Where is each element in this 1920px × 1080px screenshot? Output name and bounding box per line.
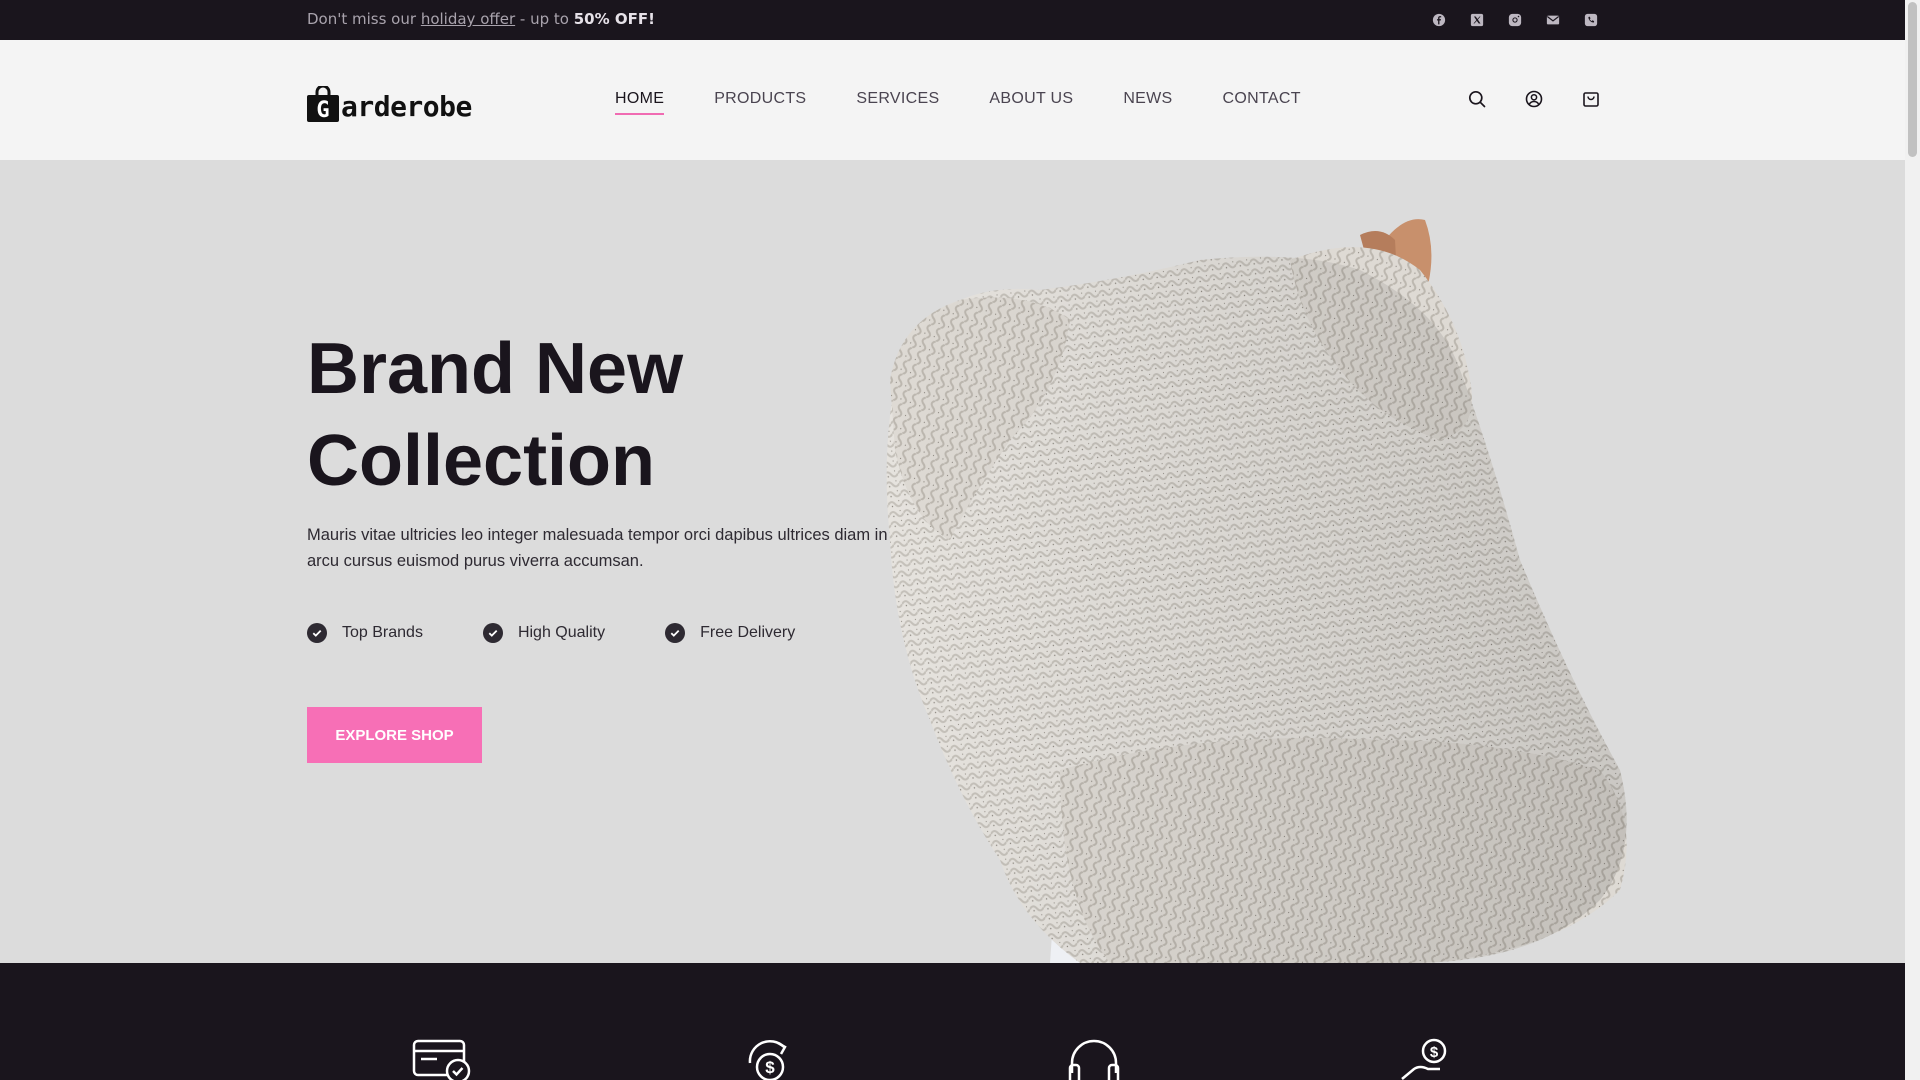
social-links	[1430, 11, 1600, 29]
hand-money-icon: $	[1396, 1037, 1456, 1080]
feature-item: Top Brands	[307, 623, 423, 643]
nav-services[interactable]: SERVICES	[856, 90, 939, 114]
checkmark-icon	[482, 623, 503, 643]
x-twitter-icon[interactable]	[1468, 11, 1486, 29]
credit-card-check-icon	[412, 1037, 472, 1080]
user-account-icon[interactable]	[1525, 90, 1543, 108]
nav-products[interactable]: PRODUCTS	[714, 90, 806, 114]
site-header: G arderobe HOME PRODUCTS SERVICES ABOUT …	[0, 40, 1905, 160]
hero-description: Mauris vitae ultricies leo integer males…	[307, 526, 888, 570]
checkmark-icon	[307, 623, 327, 643]
headphones-support-icon	[1064, 1037, 1124, 1080]
hero-title-line-1: Brand New	[307, 329, 684, 409]
nav-about-us[interactable]: ABOUT US	[989, 90, 1073, 114]
feature-label: High Quality	[517, 624, 606, 641]
hero-title-line-2: Collection	[307, 421, 656, 501]
holiday-offer-link[interactable]: holiday offer	[421, 10, 515, 28]
search-icon[interactable]	[1468, 90, 1486, 108]
logo-letter: G	[316, 98, 329, 122]
instagram-icon[interactable]	[1506, 11, 1524, 29]
top-announcement-bar: Don't miss our holiday offer - up to 50%…	[0, 0, 1905, 40]
promo-text: Don't miss our holiday offer - up to 50%…	[307, 10, 655, 28]
feature-item: Free Delivery	[665, 623, 795, 643]
feature-list: Top Brands High Quality Free Delivery	[307, 623, 855, 643]
nav-news[interactable]: NEWS	[1123, 90, 1172, 114]
scrollbar-thumb[interactable]	[1908, 2, 1917, 157]
feature-item: High Quality	[482, 623, 606, 643]
explore-shop-button[interactable]: EXPLORE SHOP	[307, 707, 482, 763]
hero-banner: Brand New Collection Mauris vitae ultric…	[0, 160, 1905, 963]
feature-label: Free Delivery	[700, 624, 796, 641]
promo-prefix: Don't miss our	[307, 10, 417, 28]
feature-label: Top Brands	[342, 624, 423, 641]
sweater-model-image	[886, 219, 1627, 963]
header-actions	[1468, 90, 1600, 108]
main-navigation: HOME PRODUCTS SERVICES ABOUT US NEWS CON…	[615, 90, 1301, 115]
hero-title: Brand New Collection	[307, 323, 683, 507]
nav-home[interactable]: HOME	[615, 90, 665, 115]
email-icon[interactable]	[1544, 11, 1562, 29]
svg-text:$: $	[1430, 1044, 1439, 1061]
svg-text:$: $	[765, 1058, 775, 1077]
phone-icon[interactable]	[1582, 11, 1600, 29]
promo-middle: - up to	[519, 10, 569, 28]
nav-contact[interactable]: CONTACT	[1223, 90, 1301, 114]
checkmark-icon	[665, 623, 686, 643]
page-scrollbar[interactable]	[1905, 0, 1920, 1080]
shopping-bag-icon[interactable]	[1582, 90, 1600, 108]
logo-text: arderobe	[341, 90, 472, 123]
site-logo[interactable]: G arderobe	[307, 82, 472, 123]
facebook-icon[interactable]	[1430, 11, 1448, 29]
shopping-bag-logo-icon: G	[307, 84, 339, 123]
services-strip: $ $	[0, 963, 1905, 1080]
money-exchange-icon: $	[740, 1037, 800, 1080]
promo-discount: 50% OFF!	[573, 10, 655, 28]
